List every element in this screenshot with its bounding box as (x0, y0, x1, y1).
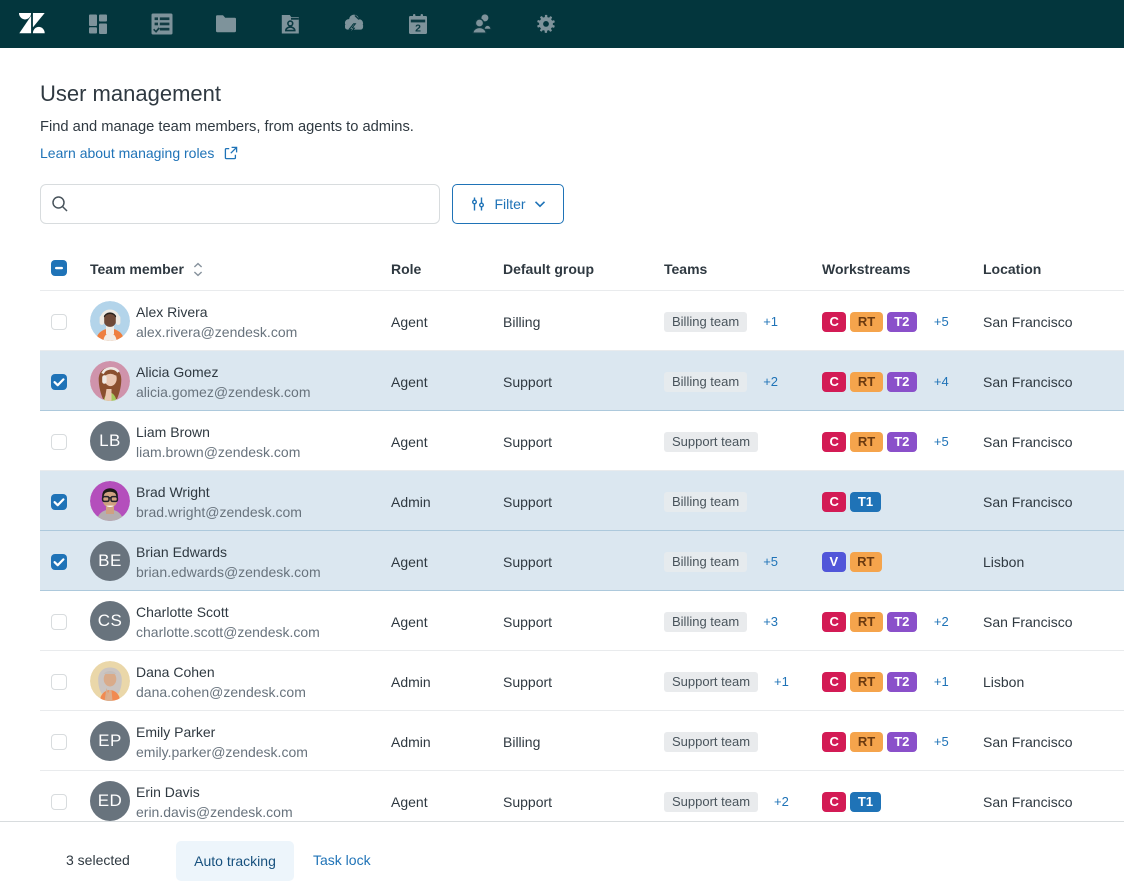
svg-text:2: 2 (415, 22, 421, 34)
